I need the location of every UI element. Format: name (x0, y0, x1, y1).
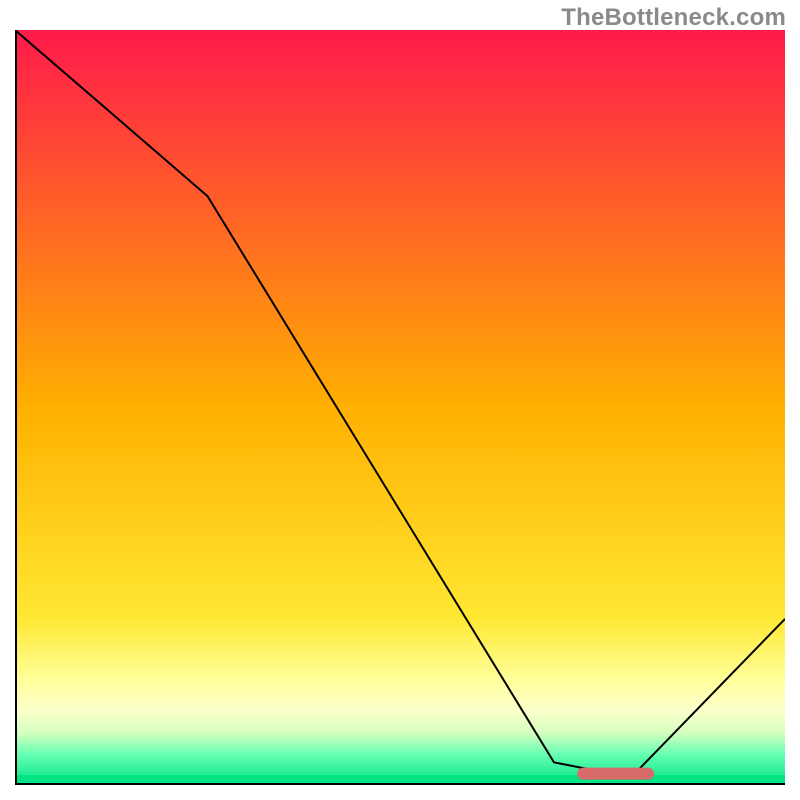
chart-svg (15, 30, 785, 785)
gradient-background (15, 30, 785, 785)
chart-container: TheBottleneck.com (0, 0, 800, 800)
optimal-range-marker (577, 768, 654, 780)
chart-plot (15, 30, 785, 785)
watermark-text: TheBottleneck.com (561, 4, 786, 32)
